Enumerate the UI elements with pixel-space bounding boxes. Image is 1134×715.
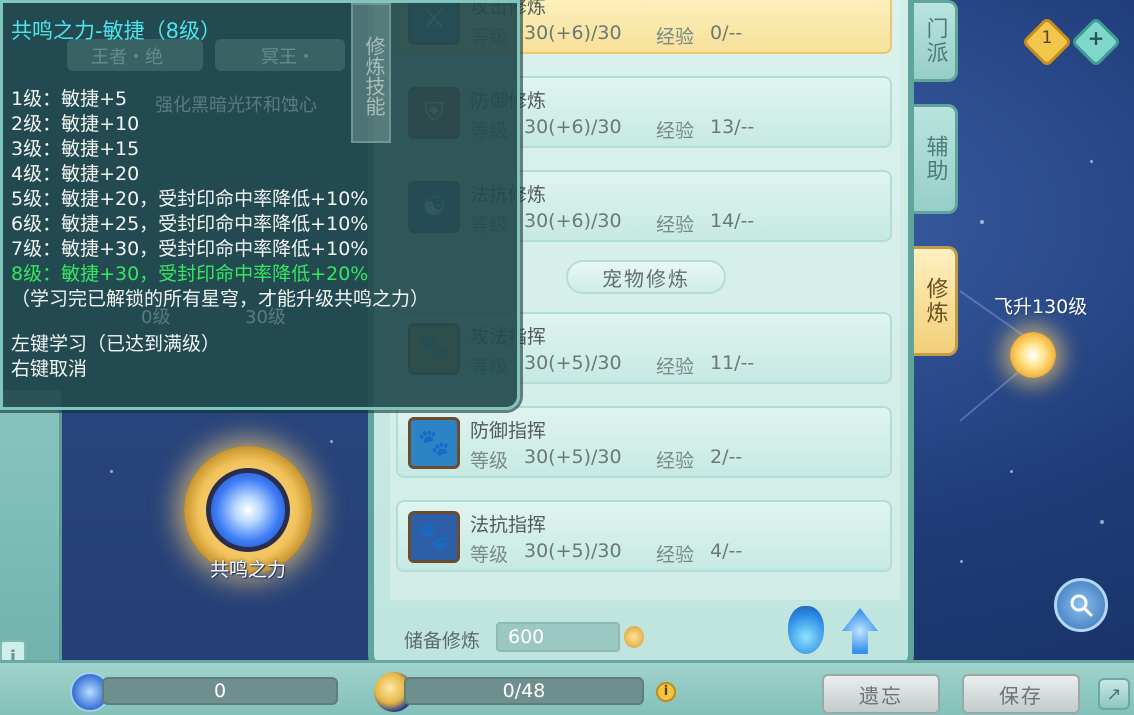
bg-tag-text: 冥王・ — [261, 47, 315, 68]
star-decoration — [960, 560, 963, 563]
card-exp-value: 14/-- — [710, 210, 755, 232]
badge-count: 1 — [1041, 28, 1053, 48]
search-icon — [1070, 594, 1093, 617]
orb-core-icon — [206, 468, 290, 552]
bg-desc-text: 强化黑暗光环和蚀心 — [155, 95, 317, 116]
resonance-progress-text: 0 — [213, 680, 227, 702]
card-level-label: 等级 — [470, 544, 509, 566]
resonance-label: 共鸣之力 — [209, 559, 286, 581]
card-level-value: 30(+5)/30 — [524, 540, 622, 562]
info-icon[interactable]: i — [656, 682, 676, 702]
pet-cultivation-header: 宠物修炼 — [566, 260, 726, 294]
paw-magic-icon: 🐾 — [408, 511, 460, 563]
reserve-cultivation-value: 600 — [496, 622, 620, 652]
constellation-line — [959, 368, 1022, 422]
star-progress-text: 0/48 — [502, 680, 546, 702]
skill-tooltip: 王者・绝 冥王・ 强化黑暗光环和蚀心 0级 30级 修炼技能 共鸣之力-敏捷（8… — [0, 0, 520, 410]
forget-button[interactable]: 遗忘 — [822, 674, 940, 714]
share-icon: ↗ — [1106, 683, 1122, 705]
star-decoration — [1010, 470, 1013, 473]
tab-cultivation-skills: 修炼技能 — [351, 3, 391, 143]
card-exp-value: 0/-- — [710, 22, 743, 44]
star-decoration — [330, 440, 333, 443]
card-exp-value: 2/-- — [710, 446, 743, 468]
card-level-value: 30(+6)/30 — [524, 116, 622, 138]
card-exp-label: 经验 — [656, 356, 695, 378]
tooltip-level-line: 3级：敏捷+15 — [11, 138, 140, 160]
left-sidebar — [0, 390, 62, 660]
coin-icon — [624, 626, 644, 648]
bg-level-text: 30级 — [245, 307, 286, 328]
tab-cultivation[interactable]: 修炼 — [914, 246, 958, 356]
card-exp-label: 经验 — [656, 450, 695, 472]
card-level-value: 30(+5)/30 — [524, 352, 622, 374]
star-decoration — [1100, 520, 1104, 524]
card-level-value: 30(+5)/30 — [524, 446, 622, 468]
star-decoration — [110, 470, 113, 473]
tooltip-level-line: 7级：敏捷+30，受封印命中率降低+10% — [11, 238, 369, 260]
resonance-progress: 0 — [102, 677, 338, 705]
share-button[interactable]: ↗ — [1098, 678, 1130, 710]
tooltip-hint-left: 左键学习（已达到满级） — [11, 333, 221, 355]
tooltip-level-line: 4级：敏捷+20 — [11, 163, 140, 185]
card-exp-value: 13/-- — [710, 116, 755, 138]
card-level-value: 30(+6)/30 — [524, 210, 622, 232]
potion-icon[interactable] — [788, 606, 824, 654]
card-exp-label: 经验 — [656, 26, 695, 48]
add-button[interactable]: + — [1084, 26, 1108, 50]
card-exp-label: 经验 — [656, 544, 695, 566]
card-exp-value: 11/-- — [710, 352, 755, 374]
tooltip-hint-right: 右键取消 — [11, 358, 88, 380]
tooltip-level-line: 6级：敏捷+25，受封印命中率降低+10% — [11, 213, 369, 235]
tooltip-level-line: 5级：敏捷+20，受封印命中率降低+10% — [11, 188, 369, 210]
star-decoration — [1090, 160, 1093, 163]
ascension-label: 飞升130级 — [994, 296, 1088, 318]
card-level-label: 等级 — [470, 450, 509, 472]
bg-tag-text: 王者・绝 — [91, 47, 163, 68]
star-progress: 0/48 — [404, 677, 644, 705]
bg-level-text: 0级 — [141, 307, 171, 328]
tooltip-level-line-current: 8级：敏捷+30，受封印命中率降低+20% — [11, 263, 369, 285]
star-decoration — [980, 220, 984, 224]
reserve-cultivation-label: 储备修炼 — [404, 630, 481, 652]
save-button[interactable]: 保存 — [962, 674, 1080, 714]
pet-card-defense-command[interactable]: 🐾 防御指挥 等级 30(+5)/30 经验 2/-- — [396, 406, 892, 478]
pet-card-magic-resist-command[interactable]: 🐾 法抗指挥 等级 30(+5)/30 经验 4/-- — [396, 500, 892, 572]
card-exp-label: 经验 — [656, 120, 695, 142]
paw-shield-icon: 🐾 — [408, 417, 460, 469]
search-button[interactable] — [1054, 578, 1108, 632]
card-name: 法抗指挥 — [470, 514, 547, 536]
card-level-value: 30(+6)/30 — [524, 22, 622, 44]
ascension-node[interactable] — [1010, 332, 1056, 378]
card-exp-label: 经验 — [656, 214, 695, 236]
card-exp-value: 4/-- — [710, 540, 743, 562]
tab-assist[interactable]: 辅助 — [914, 104, 958, 214]
tab-sect[interactable]: 门派 — [914, 0, 958, 82]
card-name: 防御指挥 — [470, 420, 547, 442]
